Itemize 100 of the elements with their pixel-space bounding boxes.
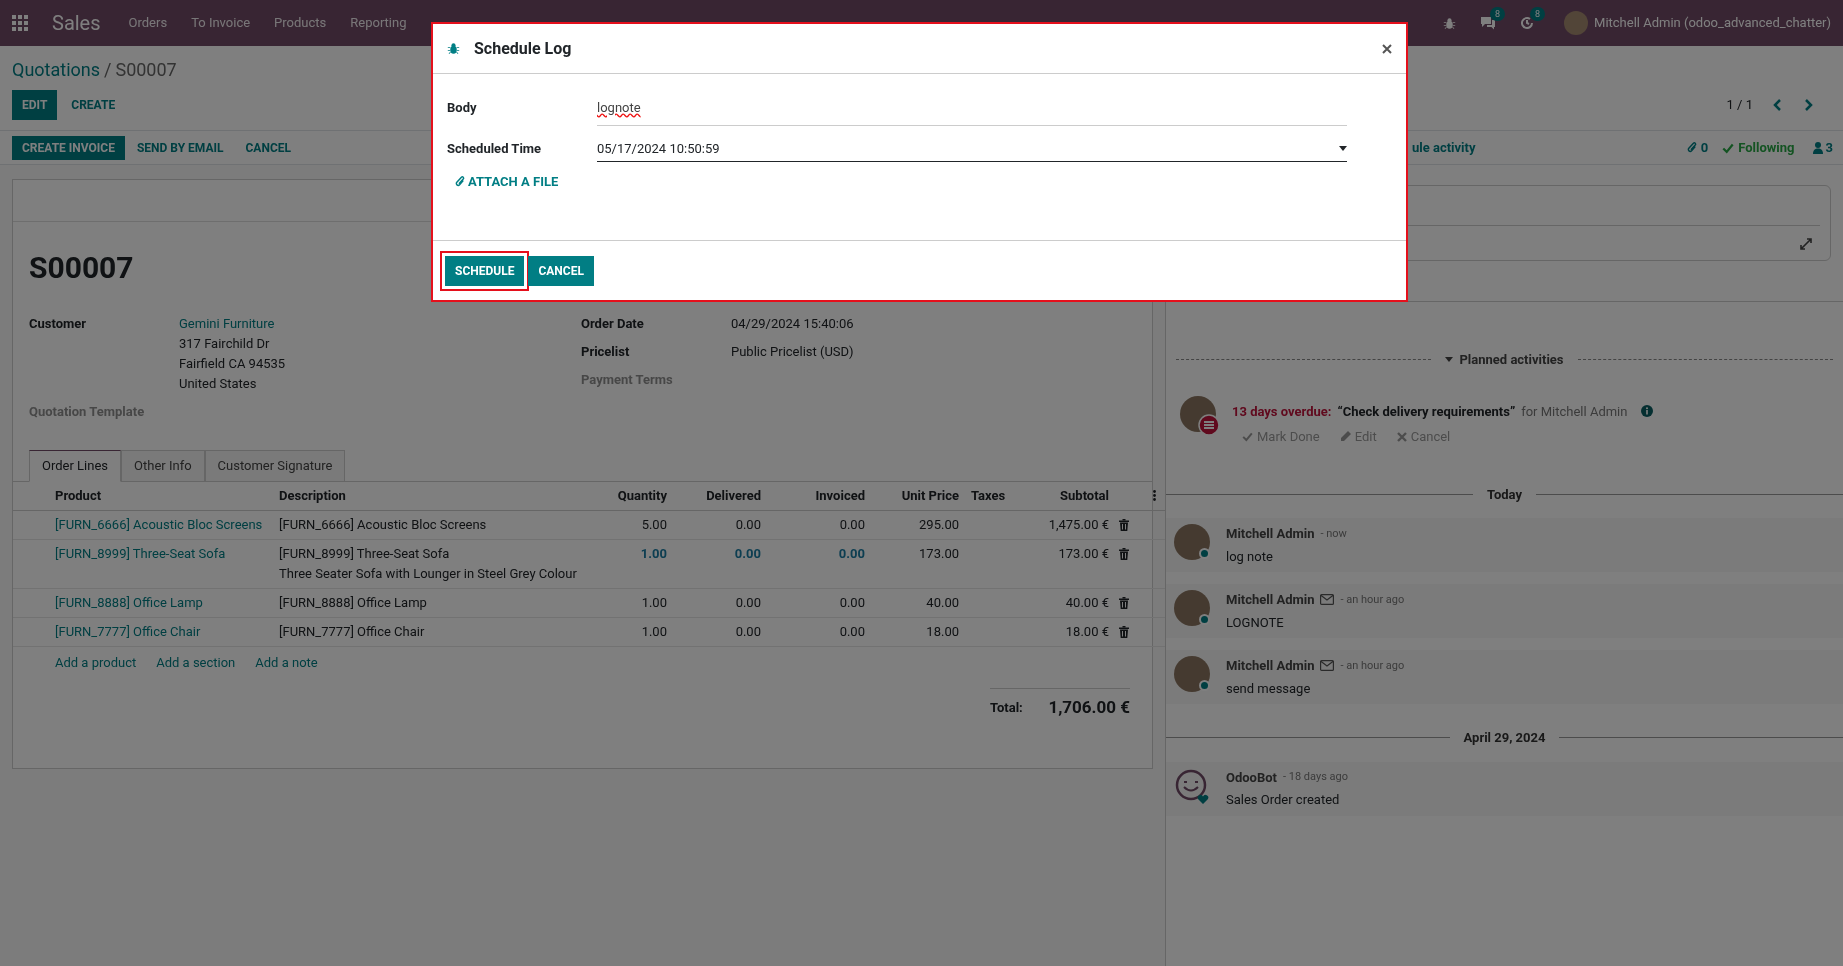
clock-icon[interactable] <box>1520 16 1535 30</box>
menu-item[interactable]: To Invoice <box>179 13 263 33</box>
edit-button[interactable]: EDIT <box>12 90 58 120</box>
message-body: send message <box>1226 679 1312 698</box>
table-cell: 40.00 € <box>1065 594 1109 610</box>
table-cell: 1.00 <box>641 594 667 610</box>
trash-icon[interactable] <box>1119 596 1129 609</box>
table-cell: 0.00 <box>734 545 761 561</box>
message-author[interactable]: Mitchell Admin <box>1226 656 1315 676</box>
app-title[interactable]: Sales <box>52 8 101 38</box>
menu-item[interactable]: Reporting <box>338 13 419 33</box>
add-line-link[interactable]: Add a product <box>55 654 137 670</box>
description-text: [FURN_7777] Office Chair <box>279 622 426 641</box>
message-time: - an hour ago <box>1340 657 1405 674</box>
total-label: Total: <box>990 699 1023 717</box>
paperclip-icon <box>455 175 466 189</box>
form-tab[interactable]: Order Lines <box>29 450 122 482</box>
activity-count-badge: 8 <box>1530 7 1546 21</box>
activity-summary: “Check delivery requirements” <box>1337 402 1516 421</box>
table-cell: 173.00 <box>919 545 959 561</box>
message-time: - an hour ago <box>1340 591 1405 608</box>
create-button[interactable]: CREATE <box>61 90 126 120</box>
add-line-link[interactable]: Add a note <box>255 654 318 670</box>
column-header[interactable]: Taxes <box>971 488 1006 503</box>
add-line-link[interactable]: Add a section <box>156 654 236 670</box>
table-cell: 0.00 <box>735 623 761 639</box>
table-cell: 0.00 <box>839 623 865 639</box>
activity-assignee: for Mitchell Admin <box>1521 402 1628 421</box>
expand-icon[interactable] <box>1800 238 1812 250</box>
column-header[interactable]: Product <box>55 488 102 503</box>
menu-item[interactable]: Products <box>262 13 339 33</box>
close-icon[interactable] <box>1382 43 1392 54</box>
breadcrumb-current: S00007 <box>115 59 177 80</box>
kebab-icon[interactable] <box>1153 490 1156 502</box>
column-header[interactable]: Description <box>279 488 346 503</box>
order-number: S00007 <box>29 250 134 286</box>
menu-item[interactable]: Orders <box>116 13 180 33</box>
datetime-field[interactable]: 05/17/2024 10:50:59 <box>597 136 1347 162</box>
overdue-label: 13 days overdue: <box>1232 402 1332 421</box>
bug-icon[interactable] <box>1443 16 1457 30</box>
trash-icon[interactable] <box>1119 547 1129 560</box>
table-cell: 18.00 <box>926 623 959 639</box>
field-value: Fairfield CA 94535 <box>179 355 286 373</box>
attach-file-button[interactable]: ATTACH A FILE <box>455 172 559 192</box>
caret-icon[interactable] <box>1445 357 1454 363</box>
field-label: Body <box>447 99 478 118</box>
column-header[interactable]: Quantity <box>617 488 667 503</box>
product-link[interactable]: [FURN_8888] Office Lamp <box>55 594 203 610</box>
previous-icon[interactable] <box>1773 98 1783 112</box>
user-icon <box>1812 141 1823 154</box>
table-cell: 1.00 <box>641 623 667 639</box>
chat-count-badge: 8 <box>1490 7 1506 21</box>
table-cell: 0.00 <box>838 545 865 561</box>
user-name[interactable]: Mitchell Admin (odoo_advanced_chatter) <box>1594 13 1831 33</box>
avatar-placeholder <box>1174 524 1210 560</box>
column-header[interactable]: Unit Price <box>901 488 959 503</box>
customer-link[interactable]: Gemini Furniture <box>179 314 286 334</box>
column-header[interactable]: Invoiced <box>815 488 865 503</box>
primary-action-button[interactable]: CREATE INVOICE <box>12 135 125 160</box>
body-field[interactable]: lognote <box>597 90 1347 126</box>
action-button[interactable]: CANCEL <box>235 135 301 160</box>
pager-value: 1 / 1 <box>1726 96 1753 115</box>
total-amount: 1,706.00 € <box>1048 696 1130 719</box>
breadcrumb-link[interactable]: Quotations <box>12 59 100 80</box>
product-link[interactable]: [FURN_6666] Acoustic Bloc Screens <box>55 516 263 532</box>
field-value: United States <box>179 375 258 393</box>
description-text: [FURN_8999] Three-Seat Sofa <box>279 544 451 563</box>
message-author[interactable]: OdooBot <box>1226 767 1277 787</box>
table-cell: 0.00 <box>735 516 761 532</box>
product-link[interactable]: [FURN_7777] Office Chair <box>55 623 201 639</box>
schedule-activity-link[interactable]: ule activity <box>1412 137 1476 158</box>
description-text: Three Seater Sofa with Lounger in Steel Grey Colour <box>279 564 578 583</box>
field-value: 317 Fairchild Dr <box>179 335 271 353</box>
info-icon[interactable] <box>1641 405 1654 418</box>
next-icon[interactable] <box>1803 98 1813 112</box>
apps-grid-icon[interactable] <box>12 15 28 31</box>
followers-count[interactable]: 3 <box>1825 137 1833 158</box>
following-toggle[interactable]: Following <box>1738 137 1795 158</box>
date-separator: Today <box>1486 485 1523 504</box>
message-author[interactable]: Mitchell Admin <box>1226 524 1315 544</box>
cancel-button[interactable]: CANCEL <box>528 255 594 286</box>
paperclip-icon <box>1686 141 1698 154</box>
chat-icon[interactable] <box>1480 16 1497 30</box>
avatar-placeholder <box>1174 656 1210 692</box>
table-cell: 295.00 <box>919 516 959 532</box>
column-header[interactable]: Subtotal <box>1060 488 1109 503</box>
trash-icon[interactable] <box>1119 518 1129 531</box>
field-label: Quotation Template <box>29 403 146 421</box>
description-text: [FURN_8888] Office Lamp <box>279 593 428 612</box>
trash-icon[interactable] <box>1119 625 1129 638</box>
action-button[interactable]: SEND BY EMAIL <box>126 135 234 160</box>
product-link[interactable]: [FURN_8999] Three-Seat Sofa <box>55 545 226 561</box>
planned-activities-title[interactable]: Planned activities <box>1459 350 1564 370</box>
column-header[interactable]: Delivered <box>706 488 761 503</box>
message-body: Sales Order created <box>1226 791 1341 809</box>
message-body: log note <box>1226 547 1274 566</box>
form-tab[interactable]: Customer Signature <box>204 450 346 482</box>
message-author[interactable]: Mitchell Admin <box>1226 590 1315 610</box>
attachment-count[interactable]: 0 <box>1700 137 1709 158</box>
form-tab[interactable]: Other Info <box>121 450 205 482</box>
